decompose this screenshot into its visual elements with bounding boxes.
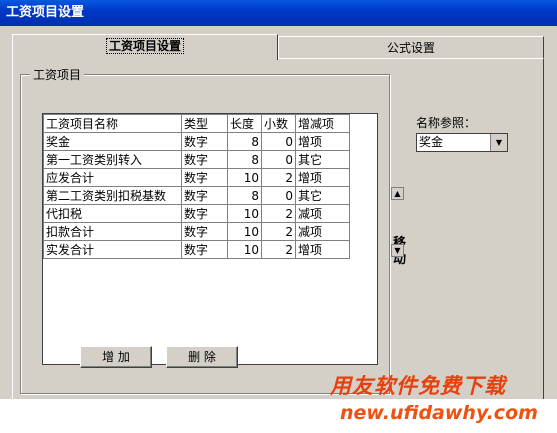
cell-length[interactable]: 10 (227, 222, 262, 241)
window-title: 工资项目设置 (0, 0, 557, 26)
cell-type[interactable]: 数字 (181, 186, 228, 205)
cell-decimals[interactable]: 0 (261, 186, 296, 205)
move-down-button[interactable]: ▼ (391, 244, 404, 257)
move-up-button[interactable]: ▲ (391, 187, 404, 200)
cell-decimals[interactable]: 0 (261, 150, 296, 169)
cell-inc-dec[interactable]: 减项 (295, 204, 350, 223)
cell-type[interactable]: 数字 (181, 222, 228, 241)
cell-inc-dec[interactable]: 减项 (295, 222, 350, 241)
cell-decimals[interactable]: 2 (261, 204, 296, 223)
watermark-title: 用友软件免费下载 (330, 374, 506, 398)
tab-salary-items[interactable]: 工资项目设置 (12, 34, 278, 60)
cell-type[interactable]: 数字 (181, 240, 228, 259)
cell-name[interactable]: 第一工资类别转入 (43, 150, 182, 169)
add-button[interactable]: 增 加 (80, 346, 152, 368)
cell-length[interactable]: 8 (227, 132, 262, 151)
col-header-length[interactable]: 长度 (227, 114, 262, 133)
cell-type[interactable]: 数字 (181, 150, 228, 169)
cell-name[interactable]: 奖金 (43, 132, 182, 151)
cell-name[interactable]: 代扣税 (43, 204, 182, 223)
col-header-inc-dec[interactable]: 增减项 (295, 114, 350, 133)
name-ref-select[interactable]: 奖金 ▼ (416, 133, 508, 152)
cell-length[interactable]: 10 (227, 240, 262, 259)
table-row[interactable]: 扣款合计 数字 10 2 减项 (43, 222, 350, 241)
table-row[interactable]: 实发合计 数字 10 2 增项 (43, 240, 350, 259)
chevron-down-icon[interactable]: ▼ (490, 134, 507, 151)
cell-length[interactable]: 10 (227, 168, 262, 187)
triangle-up-icon: ▲ (394, 189, 401, 198)
table-header-row: 工资项目名称 类型 长度 小数 增减项 (43, 114, 350, 133)
cell-inc-dec[interactable]: 增项 (295, 132, 350, 151)
cell-decimals[interactable]: 2 (261, 240, 296, 259)
col-header-name[interactable]: 工资项目名称 (43, 114, 182, 133)
cell-inc-dec[interactable]: 增项 (295, 168, 350, 187)
salary-items-table: 工资项目名称 类型 长度 小数 增减项 奖金 数字 8 0 增项 第一工资类别转… (43, 114, 350, 259)
table-row[interactable]: 应发合计 数字 10 2 增项 (43, 168, 350, 187)
cell-type[interactable]: 数字 (181, 204, 228, 223)
cell-type[interactable]: 数字 (181, 168, 228, 187)
cell-name[interactable]: 应发合计 (43, 168, 182, 187)
cell-decimals[interactable]: 2 (261, 222, 296, 241)
tab-formula-settings[interactable]: 公式设置 (278, 36, 544, 58)
cell-inc-dec[interactable]: 其它 (295, 186, 350, 205)
cell-length[interactable]: 10 (227, 204, 262, 223)
cell-length[interactable]: 8 (227, 186, 262, 205)
cell-type[interactable]: 数字 (181, 132, 228, 151)
col-header-decimals[interactable]: 小数 (261, 114, 296, 133)
cell-decimals[interactable]: 0 (261, 132, 296, 151)
triangle-down-icon: ▼ (394, 246, 401, 255)
col-header-type[interactable]: 类型 (181, 114, 228, 133)
name-ref-label: 名称参照： (416, 116, 477, 130)
watermark-url: new.ufidawhy.com (340, 402, 538, 424)
tab-salary-items-label: 工资项目设置 (105, 38, 184, 54)
table-row[interactable]: 第一工资类别转入 数字 8 0 其它 (43, 150, 350, 169)
cell-decimals[interactable]: 2 (261, 168, 296, 187)
group-label: 工资项目 (30, 66, 85, 83)
cell-inc-dec[interactable]: 其它 (295, 150, 350, 169)
table-row[interactable]: 奖金 数字 8 0 增项 (43, 132, 350, 151)
delete-button[interactable]: 删 除 (166, 346, 238, 368)
table-row[interactable]: 第二工资类别扣税基数 数字 8 0 其它 (43, 186, 350, 205)
table-row[interactable]: 代扣税 数字 10 2 减项 (43, 204, 350, 223)
cell-name[interactable]: 扣款合计 (43, 222, 182, 241)
cell-inc-dec[interactable]: 增项 (295, 240, 350, 259)
cell-length[interactable]: 8 (227, 150, 262, 169)
cell-name[interactable]: 第二工资类别扣税基数 (43, 186, 182, 205)
salary-items-grid[interactable]: 工资项目名称 类型 长度 小数 增减项 奖金 数字 8 0 增项 第一工资类别转… (42, 113, 378, 365)
cell-name[interactable]: 实发合计 (43, 240, 182, 259)
name-ref-value: 奖金 (419, 135, 444, 149)
